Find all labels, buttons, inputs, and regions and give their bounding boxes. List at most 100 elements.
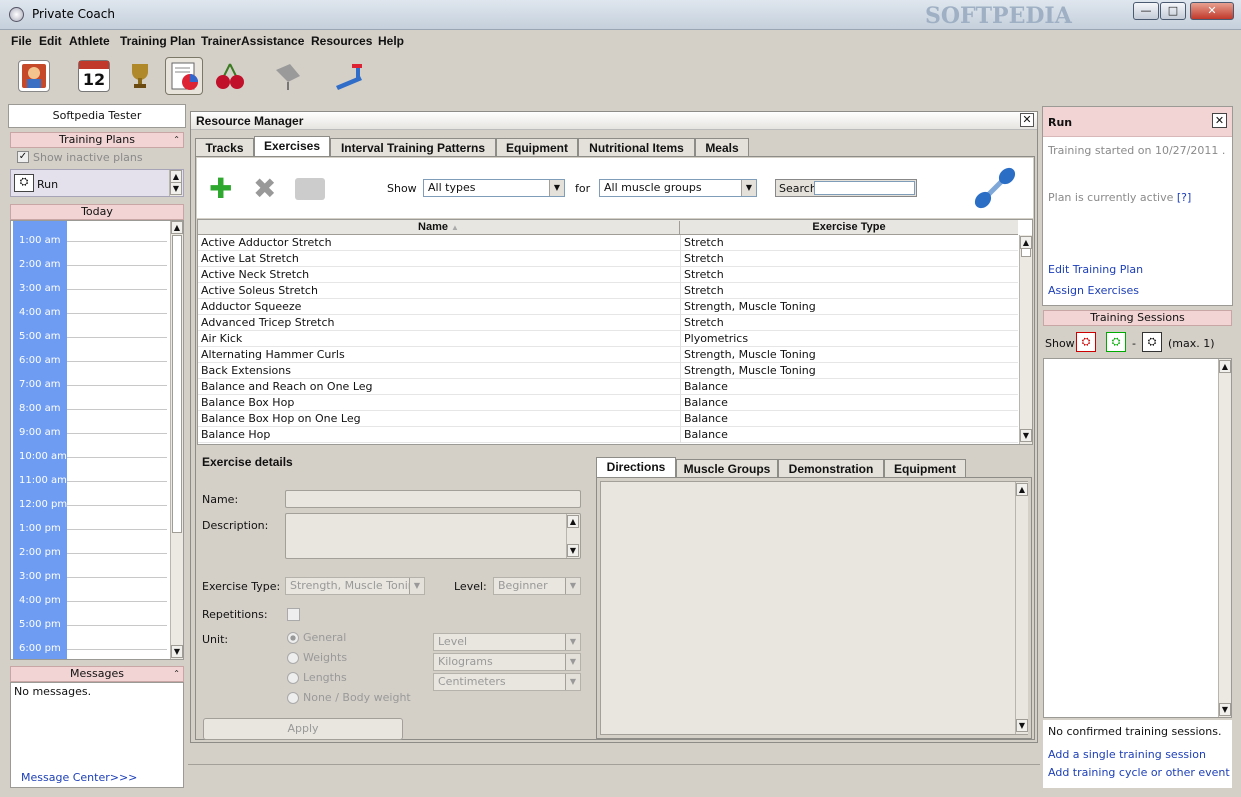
edit-training-plan-link[interactable]: Edit Training Plan [1048, 263, 1143, 276]
athlete-icon[interactable] [18, 60, 50, 92]
sessions-scroll-down[interactable]: ▼ [1219, 703, 1231, 716]
athlete-name[interactable]: Softpedia Tester [8, 104, 186, 128]
planned-sessions-icon[interactable]: ⛭ [1142, 332, 1162, 352]
show-inactive-checkbox[interactable]: ✓ [17, 151, 29, 163]
schedule-scroll-up[interactable]: ▲ [171, 221, 183, 234]
table-row[interactable]: Alternating Hammer Curls Strength, Muscle… [198, 347, 1018, 363]
calendar-icon[interactable]: 12 [78, 60, 110, 92]
name-column-header[interactable]: Name ▲ [198, 221, 680, 235]
table-row[interactable]: Balance Box Hop on One Leg Balance [198, 411, 1018, 427]
table-row[interactable]: Back Extensions Strength, Muscle Toning [198, 363, 1018, 379]
directions-scroll-down[interactable]: ▼ [1016, 719, 1028, 732]
unit-value-select-2[interactable]: Kilograms ▼ [433, 653, 581, 671]
radio-button[interactable] [287, 672, 299, 684]
plan-list-item[interactable]: ⛭ Run ▲ ▼ [10, 169, 184, 197]
add-single-session-link[interactable]: Add a single training session [1048, 748, 1206, 761]
close-icon[interactable]: ✕ [1020, 113, 1034, 127]
search-input[interactable] [814, 181, 915, 195]
time-label: 6:00 am [19, 355, 61, 366]
day-schedule[interactable]: 1:00 am 2:00 am 3:00 am 4:00 am 5:00 am 6:00 … [10, 220, 184, 660]
repetitions-checkbox[interactable] [287, 608, 300, 621]
unit-option-label: None / Body weight [303, 691, 411, 704]
edit-icon[interactable] [295, 178, 325, 200]
table-scrollbar[interactable]: ▲ ▼ [1019, 235, 1032, 444]
nutrition-icon[interactable] [214, 60, 246, 92]
table-row[interactable]: Balance Hop Balance [198, 427, 1018, 443]
table-row[interactable]: Adductor Squeeze Strength, Muscle Toning [198, 299, 1018, 315]
close-button[interactable]: ✕ [1190, 2, 1234, 20]
menu-file[interactable]: File [11, 34, 32, 48]
directions-text[interactable]: ▲ ▼ [600, 481, 1028, 735]
menu-training-plan[interactable]: Training Plan [120, 34, 195, 48]
tab-nutritional-items[interactable]: Nutritional Items [578, 138, 695, 158]
collapse-icon[interactable]: ⌃ [173, 133, 180, 147]
sessions-footer: No confirmed training sessions. Add a si… [1043, 720, 1232, 788]
tab-detail-equipment[interactable]: Equipment [884, 459, 966, 479]
schedule-scroll-thumb[interactable] [172, 235, 182, 533]
tab-muscle-groups[interactable]: Muscle Groups [676, 459, 778, 479]
description-scroll-down[interactable]: ▼ [567, 544, 579, 557]
missed-sessions-icon[interactable]: ⛭ [1076, 332, 1096, 352]
delete-icon[interactable]: ✖ [253, 175, 276, 203]
trophy-icon[interactable] [124, 60, 156, 92]
help-link[interactable]: [?] [1177, 191, 1191, 204]
unit-value-select-1[interactable]: Level ▼ [433, 633, 581, 651]
report-icon[interactable] [165, 57, 203, 95]
maximize-button[interactable]: □ [1160, 2, 1186, 20]
table-row[interactable]: Active Adductor Stretch Stretch [198, 235, 1018, 251]
exercise-type-select[interactable]: Strength, Muscle Toning ▼ [285, 577, 425, 595]
table-row[interactable]: Balance Box Hop Balance [198, 395, 1018, 411]
assign-exercises-link[interactable]: Assign Exercises [1048, 284, 1139, 297]
menu-trainer-assistance[interactable]: TrainerAssistance [201, 34, 304, 48]
table-scroll-down[interactable]: ▼ [1020, 429, 1032, 442]
sessions-scroll-up[interactable]: ▲ [1219, 360, 1231, 373]
add-icon[interactable]: ✚ [209, 175, 232, 203]
apply-button[interactable]: Apply [203, 718, 403, 740]
level-select[interactable]: Beginner ▼ [493, 577, 581, 595]
tab-meals[interactable]: Meals [695, 138, 749, 158]
table-scroll-thumb[interactable] [1021, 248, 1031, 257]
description-scroll-up[interactable]: ▲ [567, 515, 579, 528]
muscle-filter-select[interactable]: All muscle groups ▼ [599, 179, 757, 197]
equipment-icon[interactable] [272, 60, 304, 92]
close-icon[interactable]: ✕ [1212, 113, 1227, 128]
radio-button[interactable] [287, 692, 299, 704]
sessions-list[interactable]: ▲ ▼ [1043, 358, 1232, 718]
type-filter-select[interactable]: All types ▼ [423, 179, 565, 197]
message-center-link[interactable]: Message Center>>> [21, 771, 137, 784]
exercise-type-cell: Balance [684, 396, 728, 409]
table-row[interactable]: Advanced Tricep Stretch Stretch [198, 315, 1018, 331]
tab-directions[interactable]: Directions [596, 457, 676, 479]
training-plans-header[interactable]: Training Plans ⌃ [10, 132, 184, 148]
scroll-down-button[interactable]: ▼ [170, 182, 182, 195]
radio-button[interactable] [287, 652, 299, 664]
table-row[interactable]: Balance and Reach on One Leg Balance [198, 379, 1018, 395]
table-row[interactable]: Active Soleus Stretch Stretch [198, 283, 1018, 299]
tab-demonstration[interactable]: Demonstration [778, 459, 884, 479]
menu-help[interactable]: Help [378, 34, 404, 48]
schedule-scroll-down[interactable]: ▼ [171, 645, 183, 658]
minimize-button[interactable]: — [1133, 2, 1159, 20]
menu-edit[interactable]: Edit [39, 34, 62, 48]
tab-exercises[interactable]: Exercises [254, 136, 330, 158]
description-field[interactable]: ▲ ▼ [285, 513, 581, 559]
name-field[interactable] [285, 490, 581, 508]
tab-interval-training-patterns[interactable]: Interval Training Patterns [330, 138, 496, 158]
unit-value-select-3[interactable]: Centimeters ▼ [433, 673, 581, 691]
table-row[interactable]: Active Neck Stretch Stretch [198, 267, 1018, 283]
completed-sessions-icon[interactable]: ⛭ [1106, 332, 1126, 352]
add-training-cycle-link[interactable]: Add training cycle or other event [1048, 766, 1230, 779]
type-column-header[interactable]: Exercise Type [680, 221, 1018, 233]
radio-button[interactable] [287, 632, 299, 644]
treadmill-icon[interactable] [332, 60, 364, 92]
menu-resources[interactable]: Resources [311, 34, 372, 48]
table-row[interactable]: Air Kick Plyometrics [198, 331, 1018, 347]
tab-equipment[interactable]: Equipment [496, 138, 578, 158]
collapse-icon[interactable]: ⌃ [173, 667, 180, 681]
messages-header[interactable]: Messages ⌃ [10, 666, 184, 682]
directions-scroll-up[interactable]: ▲ [1016, 483, 1028, 496]
tab-tracks[interactable]: Tracks [195, 138, 254, 158]
table-row[interactable]: Active Lat Stretch Stretch [198, 251, 1018, 267]
menu-athlete[interactable]: Athlete [69, 34, 110, 48]
time-slot[interactable]: 6:00 pm [11, 643, 169, 659]
